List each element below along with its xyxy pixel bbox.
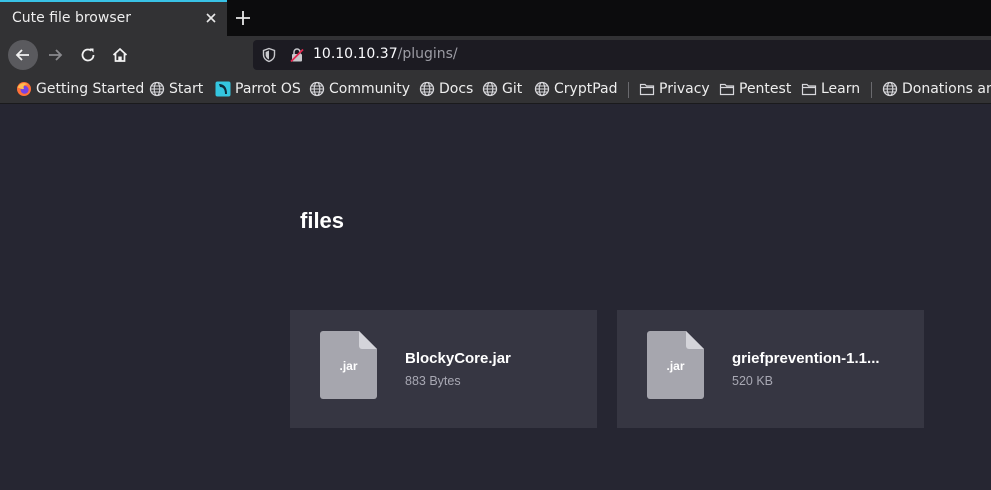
bookmark-git[interactable]: Git — [482, 80, 522, 98]
bookmark-docs[interactable]: Docs — [419, 80, 473, 98]
globe-icon — [309, 81, 325, 97]
home-button[interactable] — [105, 40, 135, 70]
file-name[interactable]: griefprevention-1.1... — [732, 350, 912, 367]
bookmark-label: Privacy — [659, 81, 710, 97]
bookmark-start[interactable]: Start — [149, 80, 203, 98]
bookmark-separator — [871, 82, 872, 98]
bookmark-label: Community — [329, 81, 411, 97]
firefox-icon — [17, 82, 31, 96]
url-host: 10.10.10.37 — [313, 46, 398, 62]
shield-icon[interactable] — [261, 47, 277, 63]
file-item[interactable]: .jar BlockyCore.jar 883 Bytes — [290, 310, 597, 428]
tab-active[interactable]: Cute file browser — [0, 0, 227, 36]
insecure-lock-icon[interactable] — [289, 47, 305, 63]
bookmark-label: Getting Started — [36, 81, 145, 97]
globe-icon — [419, 81, 435, 97]
navigation-toolbar: 10.10.10.37/plugins/ — [0, 36, 991, 74]
bookmark-label: Docs — [439, 81, 474, 97]
bookmark-label: CryptPad — [554, 81, 618, 97]
bookmark-cryptpad[interactable]: CryptPad — [534, 80, 617, 98]
bookmark-community[interactable]: Community — [309, 80, 410, 98]
globe-icon — [482, 81, 498, 97]
globe-icon — [534, 81, 550, 97]
file-jar-icon: .jar — [647, 331, 704, 399]
close-icon[interactable] — [204, 11, 218, 25]
file-item[interactable]: .jar griefprevention-1.1... 520 KB — [617, 310, 924, 428]
tab-strip: Cute file browser — [0, 0, 991, 36]
url-path: /plugins/ — [397, 46, 458, 62]
back-button[interactable] — [8, 40, 38, 70]
bookmark-getting-started[interactable]: Getting Started — [16, 80, 144, 98]
forward-button[interactable] — [40, 40, 70, 70]
bookmark-label: Donations an — [902, 81, 991, 97]
home-icon — [112, 47, 128, 62]
bookmark-label: Parrot OS — [235, 81, 301, 97]
bookmark-folder-pentest[interactable]: Pentest — [719, 80, 791, 98]
file-size: 520 KB — [732, 374, 774, 388]
file-size: 883 Bytes — [405, 374, 461, 388]
bookmark-folder-learn[interactable]: Learn — [801, 80, 860, 98]
bookmark-separator — [628, 82, 629, 98]
reload-icon — [81, 48, 95, 62]
folder-icon — [801, 83, 817, 96]
bookmark-donations[interactable]: Donations an — [882, 80, 991, 98]
globe-icon — [149, 81, 165, 97]
folder-icon — [719, 83, 735, 96]
bookmark-parrot-os[interactable]: Parrot OS — [215, 80, 301, 98]
bookmark-label: Git — [502, 81, 523, 97]
file-extension-label: .jar — [666, 359, 685, 373]
file-jar-icon: .jar — [320, 331, 377, 399]
bookmark-folder-privacy[interactable]: Privacy — [639, 80, 710, 98]
page-content: files .jar BlockyCore.jar 883 Bytes .jar… — [0, 105, 991, 490]
folder-icon — [639, 83, 655, 96]
bookmarks-toolbar: Getting Started Start Parrot OS Communit… — [0, 74, 991, 104]
bookmark-label: Start — [169, 81, 204, 97]
bookmark-label: Pentest — [739, 81, 792, 97]
reload-button[interactable] — [73, 40, 103, 70]
arrow-left-icon — [15, 49, 29, 61]
url-bar[interactable]: 10.10.10.37/plugins/ — [253, 40, 991, 70]
page-title: files — [300, 208, 345, 233]
new-tab-icon[interactable] — [234, 9, 252, 27]
arrow-right-icon — [49, 49, 63, 61]
url-text[interactable]: 10.10.10.37/plugins/ — [313, 46, 458, 62]
bookmark-label: Learn — [821, 81, 861, 97]
tab-title: Cute file browser — [12, 10, 131, 26]
file-name[interactable]: BlockyCore.jar — [405, 350, 585, 367]
globe-icon — [882, 81, 898, 97]
parrot-icon — [215, 81, 231, 97]
file-extension-label: .jar — [339, 359, 358, 373]
